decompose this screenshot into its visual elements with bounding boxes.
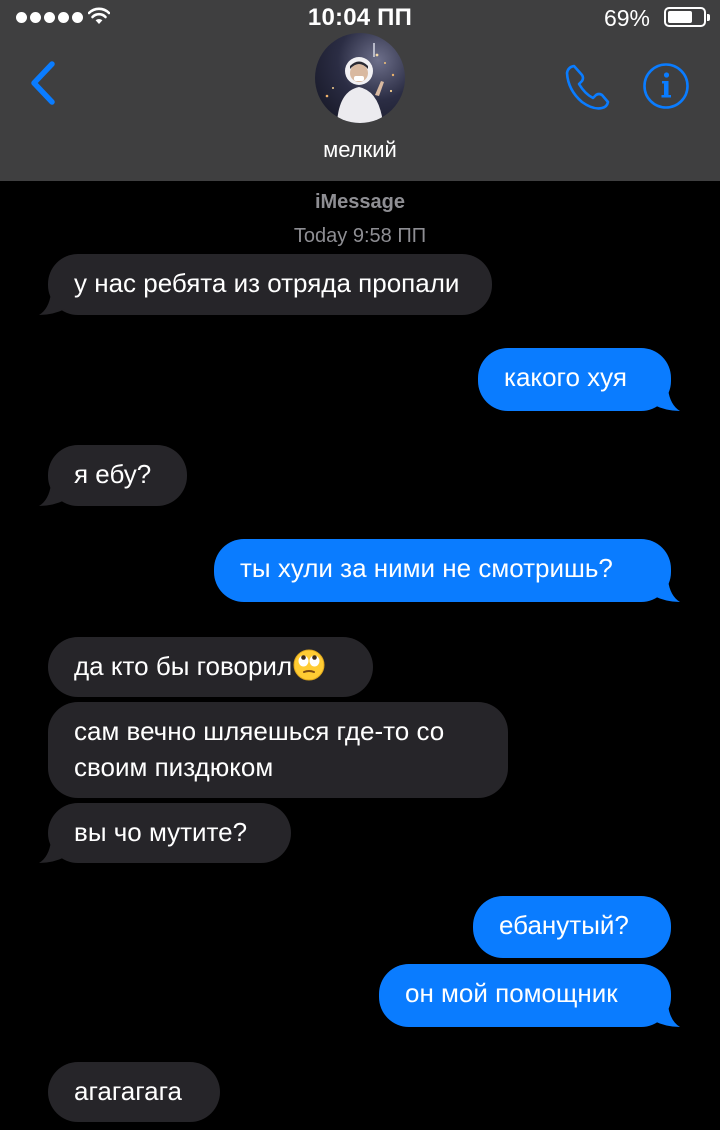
bubble-tail xyxy=(654,1005,680,1027)
info-icon xyxy=(643,63,689,109)
battery-icon xyxy=(664,7,710,27)
bubble-tail xyxy=(39,484,65,506)
message-bubble-incoming[interactable]: у нас ребята из отряда пропали xyxy=(39,254,492,315)
message-bubble-outgoing[interactable]: какого хуя xyxy=(478,348,680,411)
chevron-left-icon xyxy=(31,61,55,105)
message-bubble-incoming[interactable]: агагагага xyxy=(48,1062,220,1122)
call-button[interactable] xyxy=(560,60,614,114)
bubble-tail xyxy=(654,580,680,602)
message-bubble-outgoing[interactable]: ты хули за ними не смотришь? xyxy=(214,539,680,602)
phone-icon xyxy=(565,64,610,110)
avatar-photo xyxy=(325,43,395,123)
contact-name[interactable]: мелкий xyxy=(0,137,720,163)
message-bubble-outgoing[interactable]: ебанутый? xyxy=(473,896,671,958)
thread-timestamp: Today 9:58 ПП xyxy=(293,225,427,247)
message-text: сам вечно шляешься где-то со своим пиздю… xyxy=(74,716,445,782)
message-bubble-outgoing[interactable]: он мой помощник xyxy=(379,964,680,1027)
service-label: iMessage xyxy=(314,191,406,213)
bubble-tail xyxy=(39,841,65,863)
message-text: агагагага xyxy=(74,1076,182,1106)
message-bubble-incoming[interactable]: сам вечно шляешься где-то со своим пиздю… xyxy=(48,702,508,798)
info-button[interactable] xyxy=(641,61,691,111)
battery-percentage: 69% xyxy=(603,5,650,31)
imessage-conversation-screen: 10:04 ПП 69% мелкий iMessage Today 9:58 … xyxy=(0,0,720,1130)
message-text: ты хули за ними не смотришь? xyxy=(240,553,613,583)
face-with-rolling-eyes-icon xyxy=(293,649,325,681)
bubble-tail xyxy=(654,389,680,411)
contact-avatar[interactable] xyxy=(315,33,405,123)
message-text: вы чо мутите? xyxy=(74,817,248,847)
message-bubble-incoming[interactable]: я ебу? xyxy=(39,445,187,506)
message-text: я ебу? xyxy=(74,459,152,489)
message-text: он мой помощник xyxy=(405,978,618,1008)
message-text: да кто бы говорил xyxy=(74,651,293,681)
message-text: какого хуя xyxy=(504,362,627,392)
bubble-tail xyxy=(39,293,65,315)
message-bubble-incoming[interactable]: вы чо мутите? xyxy=(39,803,291,863)
status-bar: 10:04 ПП 69% xyxy=(0,0,720,36)
message-bubble-incoming[interactable]: да кто бы говорил xyxy=(48,637,373,697)
back-button[interactable] xyxy=(22,58,66,108)
message-text: у нас ребята из отряда пропали xyxy=(74,268,460,298)
conversation-header: 10:04 ПП 69% мелкий xyxy=(0,0,720,181)
message-text: ебанутый? xyxy=(499,910,629,940)
